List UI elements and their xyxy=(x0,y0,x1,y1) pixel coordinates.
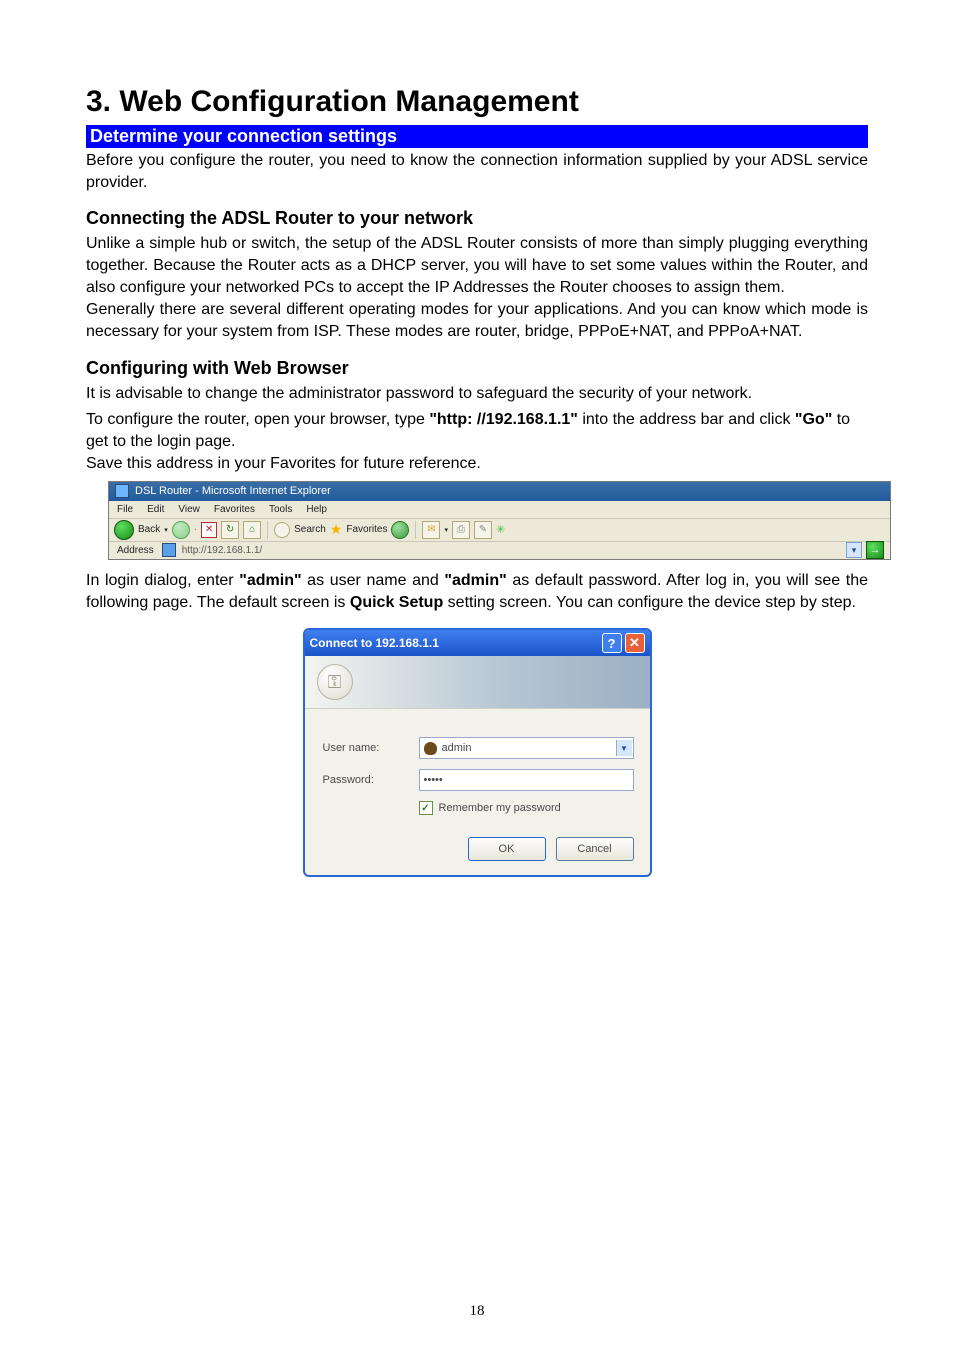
connect-paragraph-2: Generally there are several different op… xyxy=(86,299,868,343)
cancel-button[interactable]: Cancel xyxy=(556,837,634,861)
menu-favorites[interactable]: Favorites xyxy=(214,504,255,515)
back-label[interactable]: Back xyxy=(138,524,160,535)
menu-file[interactable]: File xyxy=(117,504,133,515)
section-heading: Determine your connection settings xyxy=(86,125,868,148)
refresh-icon[interactable]: ↻ xyxy=(221,521,239,539)
keys-icon: ⚿ xyxy=(317,664,353,700)
connect-paragraph-1: Unlike a simple hub or switch, the setup… xyxy=(86,233,868,299)
edit-icon[interactable]: ✎ xyxy=(474,521,492,539)
ie-titlebar: DSL Router - Microsoft Internet Explorer xyxy=(109,482,890,501)
chevron-down-icon[interactable]: ▼ xyxy=(616,740,632,756)
media-icon[interactable] xyxy=(391,521,409,539)
search-icon[interactable] xyxy=(274,522,290,538)
ie-menubar: File Edit View Favorites Tools Help xyxy=(109,501,890,519)
page-number: 18 xyxy=(0,1303,954,1320)
intro-text: Before you configure the router, you nee… xyxy=(86,150,868,194)
ie-window-title: DSL Router - Microsoft Internet Explorer xyxy=(135,485,331,497)
favorites-icon[interactable]: ★ xyxy=(330,521,343,538)
password-label: Password: xyxy=(323,774,419,786)
stop-icon[interactable]: ✕ xyxy=(201,522,217,538)
password-value: ••••• xyxy=(424,774,443,786)
home-icon[interactable]: ⌂ xyxy=(243,521,261,539)
dialog-banner: ⚿ xyxy=(305,656,650,709)
connecting-heading: Connecting the ADSL Router to your netwo… xyxy=(86,208,868,229)
ie-addressbar: Address http://192.168.1.1/ ▾ → xyxy=(109,542,890,559)
remember-checkbox[interactable]: ✓ xyxy=(419,801,433,815)
go-button[interactable]: → xyxy=(866,541,884,559)
browser-paragraph-3: Save this address in your Favorites for … xyxy=(86,453,868,475)
ok-button[interactable]: OK xyxy=(468,837,546,861)
close-button[interactable]: ✕ xyxy=(625,633,645,653)
ie-logo-icon xyxy=(115,484,129,498)
menu-tools[interactable]: Tools xyxy=(269,504,292,515)
ie-toolbar: Back ▾ · ✕ ↻ ⌂ Search ★ Favorites ✉ ▾ ⎙ … xyxy=(109,519,890,542)
dialog-titlebar: Connect to 192.168.1.1 ? ✕ xyxy=(305,630,650,656)
help-button[interactable]: ? xyxy=(602,633,622,653)
dialog-title: Connect to 192.168.1.1 xyxy=(310,636,439,650)
search-label[interactable]: Search xyxy=(294,524,326,535)
address-dropdown-icon[interactable]: ▾ xyxy=(846,542,862,558)
ie-browser-figure: DSL Router - Microsoft Internet Explorer… xyxy=(108,481,891,560)
menu-view[interactable]: View xyxy=(178,504,200,515)
page-title: 3. Web Configuration Management xyxy=(86,85,868,119)
address-label: Address xyxy=(115,545,156,556)
favorites-label[interactable]: Favorites xyxy=(346,524,387,535)
login-dialog: Connect to 192.168.1.1 ? ✕ ⚿ User name: … xyxy=(303,628,652,877)
username-value: admin xyxy=(442,742,472,754)
forward-icon[interactable] xyxy=(172,521,190,539)
page-icon xyxy=(162,543,176,557)
username-field[interactable]: admin ▼ xyxy=(419,737,634,759)
print-icon[interactable]: ⎙ xyxy=(452,521,470,539)
messenger-icon[interactable]: ✳ xyxy=(496,523,505,536)
menu-edit[interactable]: Edit xyxy=(147,504,164,515)
address-url[interactable]: http://192.168.1.1/ xyxy=(182,545,840,556)
browser-heading: Configuring with Web Browser xyxy=(86,358,868,379)
user-icon xyxy=(424,742,437,755)
password-field[interactable]: ••••• xyxy=(419,769,634,791)
username-label: User name: xyxy=(323,742,419,754)
back-icon[interactable] xyxy=(114,520,134,540)
browser-paragraph-2: To configure the router, open your brows… xyxy=(86,409,868,453)
browser-paragraph-1: It is advisable to change the administra… xyxy=(86,383,868,405)
history-icon[interactable]: ✉ xyxy=(422,521,440,539)
login-paragraph: In login dialog, enter "admin" as user n… xyxy=(86,570,868,614)
menu-help[interactable]: Help xyxy=(306,504,327,515)
remember-label: Remember my password xyxy=(439,802,561,814)
